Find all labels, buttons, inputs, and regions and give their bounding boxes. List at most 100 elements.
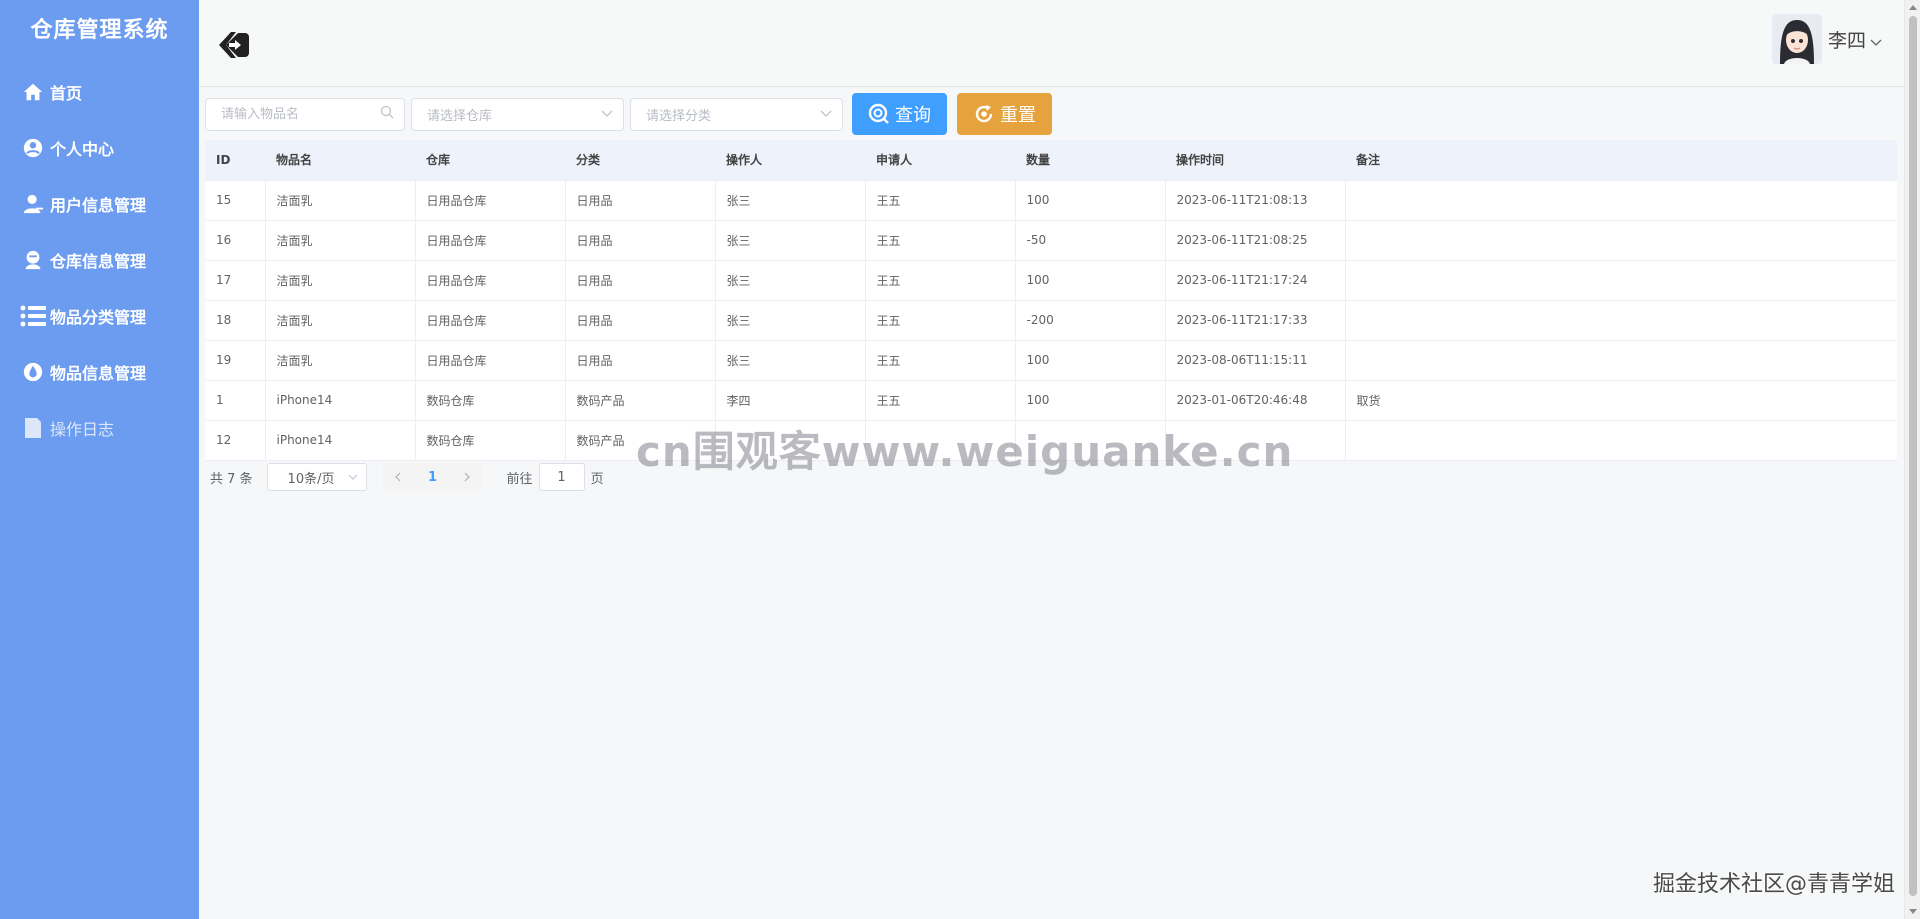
sidebar-item-users[interactable]: 用户信息管理 [0,176,199,232]
table-row: 1 iPhone14 数码仓库 数码产品 李四 王五 100 2023-01-06T20:46… [205,380,1897,421]
chevron-down-icon [820,107,832,122]
table-cell: 张三 [715,260,866,301]
warehouse-icon [20,247,46,273]
search-icon [868,103,890,125]
query-button-label: 查询 [895,105,931,126]
vertical-scrollbar[interactable] [1904,0,1920,919]
table-cell [1345,420,1897,461]
table-cell: 2023-06-11T21:08:13 [1165,180,1346,221]
top-header: 李四 [199,0,1904,87]
table-row: 16 洁面乳 日用品仓库 日用品 张三 王五 -50 2023-06-11T21:08:25 [205,220,1897,261]
table-cell: 王五 [865,220,1016,261]
item-name-field[interactable] [205,97,405,131]
table-cell: 数码产品 [565,380,716,421]
app-title: 仓库管理系统 [30,18,169,43]
list-icon [20,303,46,329]
table-cell: 日用品仓库 [415,300,566,341]
prev-page-button[interactable] [382,463,413,491]
table-row: 17 洁面乳 日用品仓库 日用品 张三 王五 100 2023-06-11T21:17:24 [205,260,1897,301]
goto-label: 前往 [506,471,533,487]
column-header: 仓库 [415,140,565,181]
table-cell: 张三 [715,220,866,261]
query-button[interactable]: 查询 [852,93,947,135]
column-header: ID [205,140,265,181]
item-name-input[interactable] [221,106,371,122]
table-cell: 张三 [715,180,866,221]
reset-button-label: 重置 [1000,105,1036,126]
center-watermark: cn围观客www.weiguanke.cn [636,427,1294,476]
next-page-button[interactable] [452,463,483,491]
search-bar: 请选择仓库 请选择分类 查询 重置 [205,93,1059,135]
page-size-select[interactable]: 10条/页 [266,463,367,491]
table-cell: -200 [1015,300,1166,341]
table-cell: iPhone14 [265,420,416,461]
goto-page-input[interactable] [538,463,585,491]
sidebar-item-label: 物品分类管理 [50,308,147,327]
table-cell: 王五 [865,340,1016,381]
category-select[interactable]: 请选择分类 [630,97,843,131]
table-cell: 17 [205,260,266,301]
table-cell: 王五 [865,300,1016,341]
table-cell: 日用品 [565,260,716,301]
table-cell: 洁面乳 [265,300,416,341]
scroll-down-arrow-icon[interactable] [1909,909,1917,914]
table-cell: 19 [205,340,266,381]
refresh-icon [973,103,995,125]
table-cell [1345,260,1897,301]
category-select-placeholder: 请选择分类 [646,108,712,124]
table-cell: 16 [205,220,266,261]
table-cell: 日用品 [565,180,716,221]
back-button[interactable] [217,30,251,60]
table-row: 18 洁面乳 日用品仓库 日用品 张三 王五 -200 2023-06-11T21:17:33 [205,300,1897,341]
table-cell: 洁面乳 [265,220,416,261]
table-cell: 张三 [715,300,866,341]
table-cell: 日用品 [565,300,716,341]
chevron-right-icon [464,472,470,482]
page-number-current[interactable]: 1 [412,463,453,491]
table-cell: 数码仓库 [415,380,566,421]
sidebar-item-label: 首页 [50,84,83,103]
table-cell: 洁面乳 [265,180,416,221]
table-cell: 张三 [715,340,866,381]
table-cell: 日用品仓库 [415,340,566,381]
user-menu[interactable]: 李四 [1771,14,1882,64]
table-cell: 1 [205,380,266,421]
table-cell [1345,300,1897,341]
sidebar-item-label: 个人中心 [50,140,115,159]
table-cell: 洁面乳 [265,260,416,301]
table-cell: 2023-01-06T20:46:48 [1165,380,1346,421]
sidebar-item-home[interactable]: 首页 [0,64,199,120]
scroll-up-arrow-icon[interactable] [1909,5,1917,10]
table-cell: 日用品 [565,340,716,381]
table-cell [1345,220,1897,261]
chevron-down-icon [1870,32,1882,51]
sidebar-item-categories[interactable]: 物品分类管理 [0,288,199,344]
chevron-down-icon [601,107,613,122]
table-cell: 2023-06-11T21:17:24 [1165,260,1346,301]
sidebar-item-label: 物品信息管理 [50,364,147,383]
pagination: 共 7 条 10条/页 1 前往 页 [210,463,604,491]
table-cell: 数码仓库 [415,420,566,461]
table-cell: iPhone14 [265,380,416,421]
table-cell: 100 [1015,380,1166,421]
chevron-left-icon [395,472,401,482]
chevron-down-icon [348,470,358,485]
sidebar-item-items[interactable]: 物品信息管理 [0,344,199,400]
table-cell [1345,180,1897,221]
column-header: 分类 [565,140,715,181]
table-cell: 王五 [865,180,1016,221]
reset-button[interactable]: 重置 [957,93,1052,135]
table-cell: 2023-06-11T21:17:33 [1165,300,1346,341]
table-cell: 洁面乳 [265,340,416,381]
scrollbar-thumb[interactable] [1909,16,1917,896]
warehouse-select[interactable]: 请选择仓库 [411,97,624,131]
drop-icon [20,359,46,385]
table-cell: 取货 [1345,380,1897,421]
page-suffix: 页 [590,471,604,487]
table-cell: 日用品仓库 [415,220,566,261]
sidebar-item-profile[interactable]: 个人中心 [0,120,199,176]
table-cell: 100 [1015,340,1166,381]
sidebar-item-logs[interactable]: 操作日志 [0,400,199,456]
sidebar-item-warehouse[interactable]: 仓库信息管理 [0,232,199,288]
table-row: 15 洁面乳 日用品仓库 日用品 张三 王五 100 2023-06-11T21:08:13 [205,180,1897,221]
